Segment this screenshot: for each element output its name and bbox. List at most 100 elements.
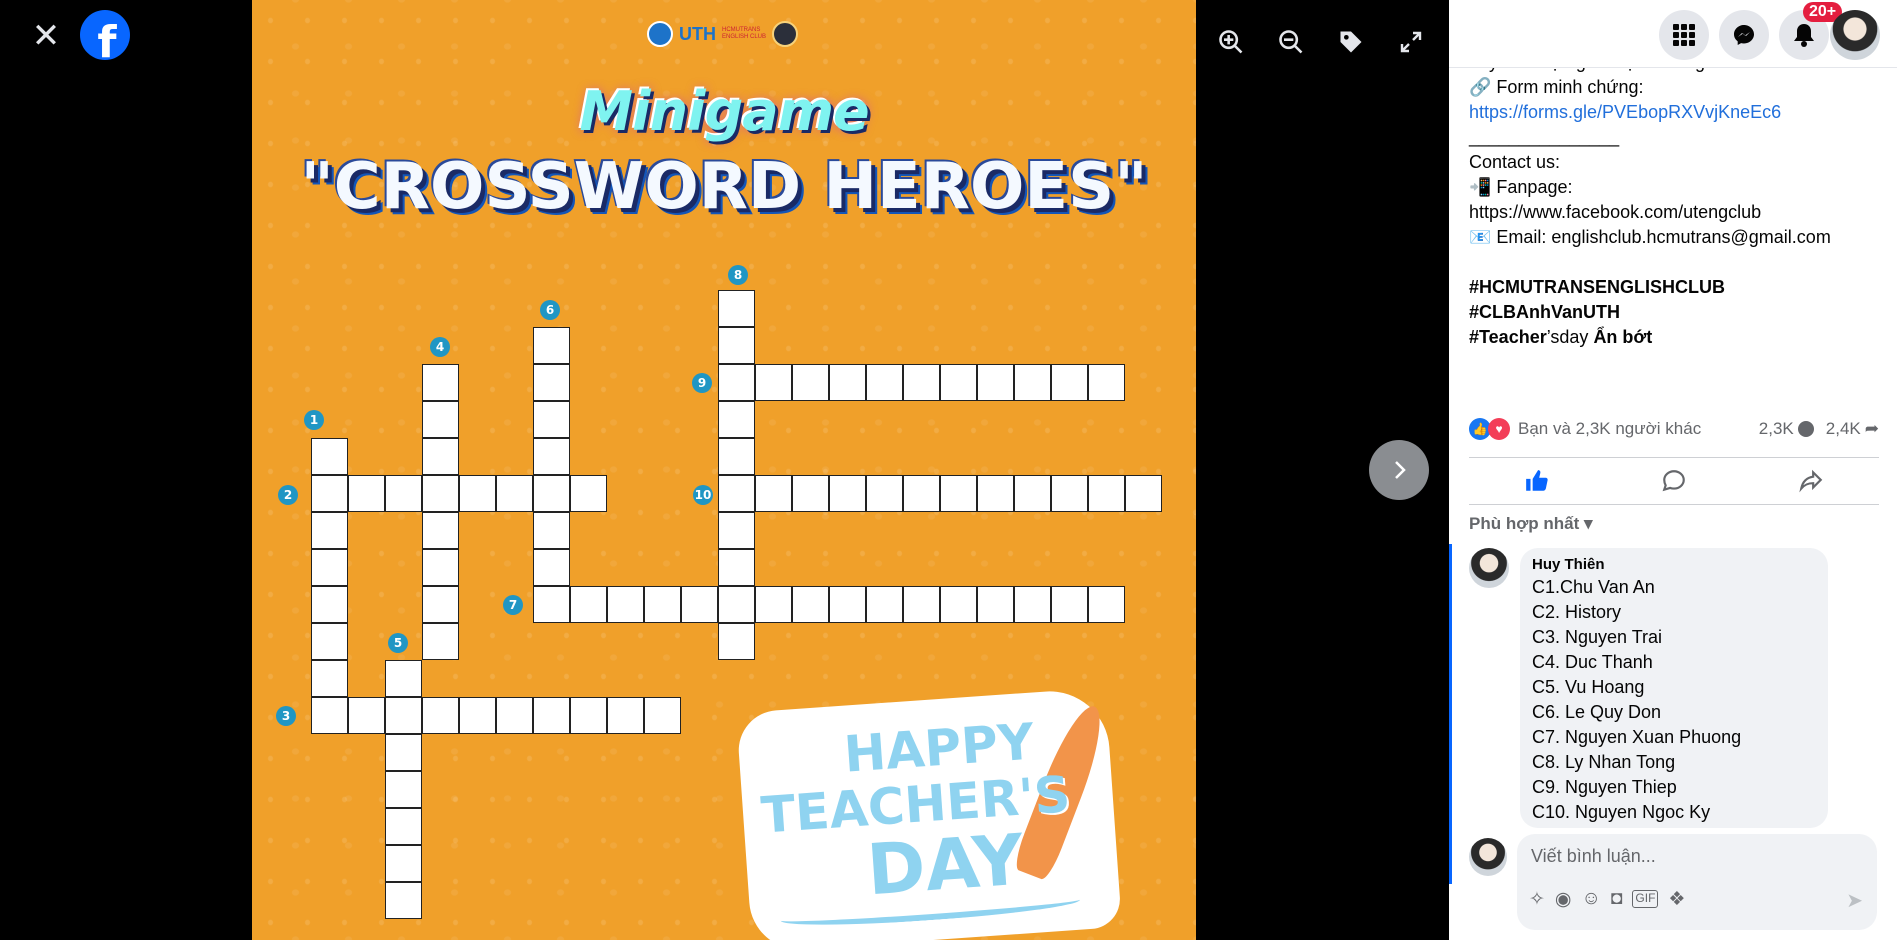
facebook-logo[interactable]: f [80,10,130,60]
avatar-sticker-icon[interactable]: ✧ [1529,888,1545,911]
messenger-button[interactable] [1719,10,1769,60]
crossword-cell [311,512,348,549]
comment-button[interactable] [1606,458,1743,504]
comment-count[interactable]: 2,3K [1759,419,1794,439]
crossword-cell [533,586,570,623]
crossword-cell [348,475,385,512]
fullscreen-button[interactable] [1391,22,1431,62]
crossword-cell [1088,364,1125,401]
clue-number-6: 6 [540,300,560,320]
comment-author[interactable]: Huy Thiên [1532,556,1816,573]
clue-number-2: 2 [278,485,298,505]
comment-icon [1662,470,1685,492]
tag-button[interactable] [1331,22,1371,62]
crossword-cell [311,438,348,475]
comment-input[interactable]: Viết bình luận... [1531,846,1656,867]
crossword-cell [718,512,755,549]
crossword-cell [1014,586,1051,623]
crossword-cell [940,475,977,512]
profile-avatar[interactable] [1830,10,1880,60]
clue-number-5: 5 [388,633,408,653]
crossword-cell [903,475,940,512]
hashtag-link[interactable]: #Teacher [1469,327,1547,347]
sticker-icon[interactable]: ❖ [1668,888,1685,911]
crossword-cell [422,549,459,586]
emoji-icon[interactable]: ☺ [1582,888,1601,911]
crossword-cell [422,401,459,438]
share-count-icon: ➦ [1864,419,1879,438]
crossword-cell [718,623,755,660]
crossword-cell [644,697,681,734]
crossword-cell [1051,364,1088,401]
crossword-cell [866,475,903,512]
clue-number-9: 9 [692,373,712,393]
clue-number-4: 4 [430,337,450,357]
comment-composer[interactable]: Viết bình luận... ✧ ◉ ☺ ◘ GIF ❖ ➤ [1517,834,1877,930]
crossword-cell [422,623,459,660]
crossword-cell [718,586,755,623]
crossword-cell [496,475,533,512]
gif-icon[interactable]: GIF [1632,890,1659,908]
crossword-cell [385,660,422,697]
hashtag-link[interactable]: #HCMUTRANSENGLISHCLUB [1469,275,1889,300]
crossword-cell [607,697,644,734]
emoji-avatar-icon[interactable]: ◉ [1555,888,1572,911]
crossword-cell [422,438,459,475]
crossword-cell [718,290,755,327]
reaction-summary[interactable]: 👍 ♥ Bạn và 2,3K người khác 2,3K 2,4K ➦ [1469,414,1879,444]
menu-button[interactable] [1659,10,1709,60]
crossword-cell [385,845,422,882]
clue-number-10: 10 [693,485,713,505]
crossword-cell [718,401,755,438]
crossword-cell [792,475,829,512]
send-icon[interactable]: ➤ [1846,888,1863,913]
crossword-cell [718,438,755,475]
zoom-in-button[interactable] [1211,22,1251,62]
comment-list: Huy Thiên C1.Chu Van An C2. History C3. … [1449,544,1897,884]
crossword-cell [422,586,459,623]
share-button[interactable] [1742,458,1879,504]
crossword-cell [570,586,607,623]
camera-icon[interactable]: ◘ [1611,888,1622,911]
chevron-right-icon [1395,461,1406,479]
fanpage-link[interactable]: https://www.facebook.com/utengclub [1469,200,1889,225]
crossword-cell [1088,586,1125,623]
crossword-cell [348,697,385,734]
crossword-cell [1014,475,1051,512]
crossword-cell [1125,475,1162,512]
form-link[interactable]: https://forms.gle/PVEbopRXVvjKneEc6 [1469,100,1889,125]
crossword-cell [644,586,681,623]
commenter-avatar[interactable] [1469,548,1509,588]
crossword-cell [1051,586,1088,623]
crossword-cell [459,697,496,734]
comment-line: C6. Le Quy Don [1532,702,1662,722]
post-photo: UTH HCMUTRANS ENGLISH CLUB Minigame "CRO… [252,0,1196,940]
crossword-cell [533,401,570,438]
close-icon: ✕ [31,17,61,55]
next-photo-button[interactable] [1369,440,1429,500]
crossword-cell [533,549,570,586]
crossword-cell [681,586,718,623]
share-count[interactable]: 2,4K [1826,419,1861,439]
crossword-cell [903,586,940,623]
crossword-cell [496,697,533,734]
crossword-cell [607,586,644,623]
comment-bubble: Huy Thiên C1.Chu Van An C2. History C3. … [1520,548,1828,828]
composer-avatar[interactable] [1469,838,1507,876]
teachers-day-sticker: HAPPY TEACHER'S DAY [736,687,1122,940]
crossword-cell [422,475,459,512]
love-reaction-icon: ♥ [1488,418,1510,440]
comment-sort-dropdown[interactable]: Phù hợp nhất ▾ [1469,514,1593,534]
crossword-cell [1014,364,1051,401]
clue-number-3: 3 [276,706,296,726]
close-button[interactable]: ✕ [24,14,68,58]
crossword-cell [422,512,459,549]
crossword-cell [533,327,570,364]
crossword-cell [792,364,829,401]
crossword-cell [755,364,792,401]
hashtag-link[interactable]: #CLBAnhVanUTH [1469,300,1889,325]
zoom-out-button[interactable] [1271,22,1311,62]
fullscreen-icon [1400,31,1422,53]
see-less-button[interactable]: Ẩn bớt [1593,327,1652,347]
like-button[interactable] [1469,458,1606,504]
